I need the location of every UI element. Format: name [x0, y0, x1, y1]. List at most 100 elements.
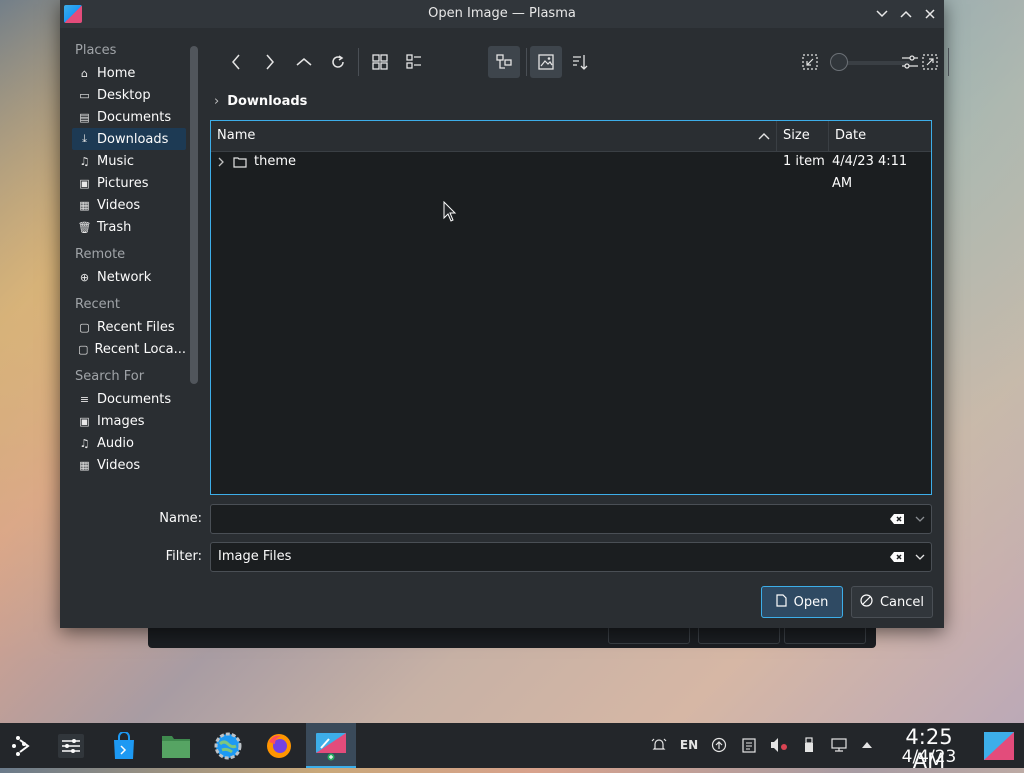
network-wired-icon[interactable]	[830, 736, 848, 754]
icons-view-button[interactable]	[364, 46, 396, 78]
system-tray-expand-icon[interactable]	[858, 736, 876, 754]
preview-toggle-button[interactable]	[530, 46, 562, 78]
background-window-button	[784, 626, 866, 644]
sort-icon	[573, 55, 588, 70]
sidebar-item-downloads[interactable]: ⤓ Downloads	[72, 128, 186, 150]
chevron-down-icon	[876, 10, 888, 18]
sidebar-item-search-documents[interactable]: ≡ Documents	[72, 388, 186, 410]
sidebar-item-music[interactable]: ♫ Music	[72, 150, 186, 172]
filter-combobox[interactable]: Image Files	[210, 542, 932, 572]
videos-icon: ▦	[79, 198, 90, 212]
file-size: 1 item	[783, 154, 825, 169]
maximize-button[interactable]	[896, 4, 916, 24]
chevron-down-icon[interactable]	[915, 510, 925, 526]
cancel-button-label: Cancel	[879, 594, 925, 610]
sidebar-item-label: Home	[97, 65, 136, 81]
sidebar-item-search-videos[interactable]: ▦ Videos	[72, 454, 186, 476]
chevron-left-icon	[232, 54, 240, 70]
show-desktop-icon	[984, 732, 1014, 760]
clock-date[interactable]: 4/4/23	[886, 747, 972, 767]
sidebar-item-trash[interactable]: 🗑 Trash	[72, 216, 186, 238]
document-open-icon	[776, 594, 787, 610]
show-desktop-button[interactable]	[982, 729, 1016, 763]
sidebar-item-desktop[interactable]: ▭ Desktop	[72, 84, 186, 106]
breadcrumb[interactable]: › Downloads	[214, 94, 307, 109]
shopping-bag-icon	[114, 732, 134, 759]
breadcrumb-current[interactable]: Downloads	[227, 94, 307, 109]
sidebar-scrollbar[interactable]	[190, 46, 198, 384]
sidebar-item-label: Recent Files	[97, 319, 175, 335]
sidebar-item-label: Pictures	[97, 175, 149, 191]
detailed-tree-view-button[interactable]	[488, 46, 520, 78]
expand-arrow-icon[interactable]	[217, 151, 225, 175]
name-field[interactable]	[210, 504, 932, 534]
firefox-icon	[267, 734, 291, 758]
sidebar-item-videos[interactable]: ▦ Videos	[72, 194, 186, 216]
close-button[interactable]	[920, 4, 940, 24]
file-name: theme	[254, 154, 296, 169]
sidebar-item-network[interactable]: ⊕ Network	[72, 266, 186, 288]
sidebar-item-pictures[interactable]: ▣ Pictures	[72, 172, 186, 194]
desktop-icon: ▭	[79, 88, 90, 102]
discover-store-button[interactable]	[107, 729, 141, 763]
open-image-dialog: Open Image — Plasma Places ⌂ Home ▭ Deskto…	[60, 0, 949, 628]
sidebar-item-label: Audio	[97, 435, 134, 451]
file-list-header: Name Size Date	[211, 121, 931, 152]
chevron-right-icon	[266, 54, 274, 70]
minimize-button[interactable]	[872, 4, 892, 24]
volume-muted-icon[interactable]	[770, 736, 788, 754]
taskbar: EN 4:25 AM 4/4/23	[0, 723, 1024, 773]
open-button[interactable]: Open	[761, 586, 843, 618]
sidebar-item-home[interactable]: ⌂ Home	[72, 62, 186, 84]
clear-text-icon[interactable]	[889, 551, 905, 563]
zoom-slider-handle[interactable]	[830, 53, 848, 71]
sidebar-item-recent-files[interactable]: ▢ Recent Files	[72, 316, 186, 338]
active-task-button[interactable]	[314, 729, 348, 763]
chevron-down-icon[interactable]	[915, 548, 925, 564]
notifications-icon[interactable]	[650, 736, 668, 754]
update-icon[interactable]	[710, 736, 728, 754]
filter-value: Image Files	[218, 549, 292, 564]
column-date-header[interactable]: Date	[829, 121, 931, 151]
options-button[interactable]	[894, 46, 926, 78]
file-manager-button[interactable]	[159, 729, 193, 763]
task-manager-button[interactable]	[54, 729, 88, 763]
network-icon: ⊕	[79, 270, 90, 284]
recent-locations-icon: ▢	[78, 342, 89, 356]
sort-button[interactable]	[564, 46, 596, 78]
sidebar-item-label: Network	[97, 269, 152, 285]
window-title: Open Image — Plasma	[428, 6, 576, 21]
column-size-header[interactable]: Size	[777, 121, 829, 151]
clipboard-icon[interactable]	[740, 736, 758, 754]
sidebar-item-search-audio[interactable]: ♫ Audio	[72, 432, 186, 454]
pictures-icon: ▣	[79, 176, 90, 190]
compact-view-button[interactable]	[398, 46, 430, 78]
cancel-button[interactable]: Cancel	[851, 586, 933, 618]
forward-button[interactable]	[254, 46, 286, 78]
table-row[interactable]: theme 1 item 4/4/23 4:11 AM	[211, 151, 931, 191]
settings-sliders-icon	[58, 734, 84, 758]
compact-view-icon	[406, 54, 421, 69]
file-date: 4/4/23 4:11 AM	[832, 154, 908, 191]
file-list[interactable]: Name Size Date theme 1 item 4/4/23 4:11 …	[210, 120, 932, 495]
usb-device-icon[interactable]	[800, 736, 818, 754]
launcher-icon	[12, 736, 30, 756]
keyboard-layout-indicator[interactable]: EN	[680, 736, 698, 754]
clear-text-icon[interactable]	[889, 513, 905, 525]
application-launcher-button[interactable]	[5, 729, 39, 763]
sidebar-item-search-images[interactable]: ▣ Images	[72, 410, 186, 432]
column-name-header[interactable]: Name	[211, 121, 777, 151]
firefox-button[interactable]	[262, 729, 296, 763]
title-bar[interactable]: Open Image — Plasma	[60, 0, 944, 28]
options-icon	[902, 55, 918, 69]
sidebar-item-documents[interactable]: ▤ Documents	[72, 106, 186, 128]
zoom-out-button[interactable]	[794, 46, 826, 78]
home-icon: ⌂	[81, 66, 88, 80]
search-videos-icon: ▦	[79, 458, 90, 472]
parent-folder-button[interactable]	[288, 46, 320, 78]
back-button[interactable]	[220, 46, 252, 78]
sidebar-item-recent-locations[interactable]: ▢ Recent Loca...	[72, 338, 186, 360]
chevron-up-icon	[296, 58, 312, 66]
reload-button[interactable]	[322, 46, 354, 78]
system-settings-button[interactable]	[211, 729, 245, 763]
